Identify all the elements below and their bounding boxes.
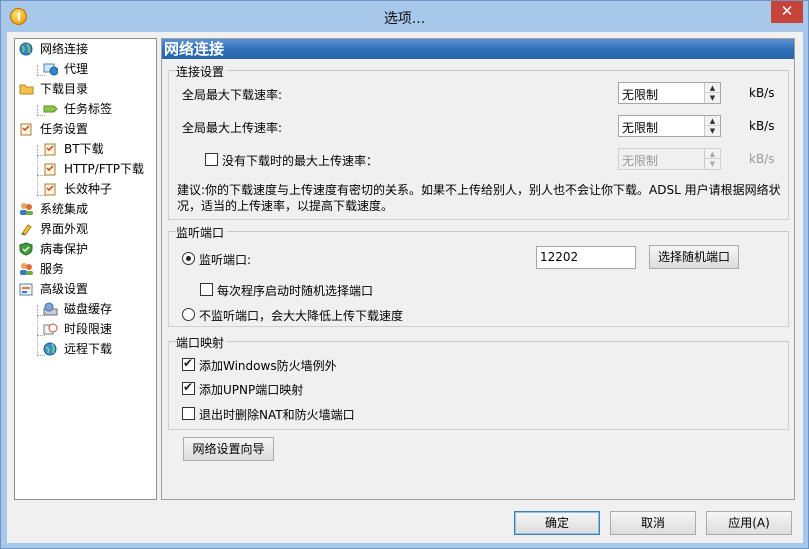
spin-down-arrow-icon[interactable]: ▼: [705, 93, 720, 103]
tree-item-label: 高级设置: [40, 282, 89, 296]
cancel-button[interactable]: 取消: [610, 511, 696, 535]
clipboard-icon: [43, 162, 58, 176]
clipboard-icon: [19, 122, 34, 136]
network-wizard-button[interactable]: 网络设置向导: [183, 437, 274, 461]
shield-icon: [19, 242, 34, 256]
dialog-client-area: 网络连接 代理 下载目录 任务标签 任务设置 BT下载 HTTP/FTP下载 长…: [7, 32, 803, 543]
globe-network-icon: [19, 42, 34, 56]
schedule-icon: [43, 322, 58, 336]
download-rate-value: 无限制: [622, 88, 659, 102]
tree-item-label: 时段限速: [64, 322, 113, 336]
no-download-upload-value: 无限制: [622, 154, 659, 168]
tree-item-label: 病毒保护: [40, 242, 89, 256]
no-download-upload-checkbox[interactable]: [205, 153, 218, 166]
spin-up-arrow-icon[interactable]: ▲: [705, 83, 720, 93]
network-settings-panel: 网络连接 连接设置 全局最大下载速率: 无限制 ▲ ▼ kB/s 全局最大上传速率…: [161, 38, 795, 500]
proxy-computer-icon: [43, 62, 59, 76]
close-button[interactable]: ✕: [771, 1, 803, 23]
upload-rate-spinner[interactable]: 无限制 ▲ ▼: [618, 115, 721, 137]
windows-firewall-checkbox[interactable]: [182, 356, 195, 371]
tree-item-disk-cache[interactable]: 磁盘缓存: [43, 299, 154, 319]
tree-item-label: 任务标签: [64, 102, 113, 116]
no-download-upload-spinner[interactable]: 无限制 ▲ ▼: [618, 148, 721, 170]
ok-button[interactable]: 确定: [514, 511, 600, 535]
tree-item-label: 网络连接: [40, 42, 89, 56]
tree-item-label: 远程下载: [64, 342, 113, 356]
tree-item-label: 界面外观: [40, 222, 89, 236]
paint-brush-icon: [19, 222, 34, 236]
apply-button[interactable]: 应用(A): [706, 511, 792, 535]
tree-item-download-dir[interactable]: 下载目录: [19, 79, 154, 99]
tree-item-proxy[interactable]: 代理: [43, 59, 154, 79]
download-rate-spinner[interactable]: 无限制 ▲ ▼: [618, 82, 721, 104]
tree-item-integration[interactable]: 系统集成: [19, 199, 154, 219]
tree-item-label: 任务设置: [40, 122, 89, 136]
options-window: 选项... ✕ 网络连接 代理 下载目录 任务标签 任务设置 BT下载 HTTP…: [0, 0, 809, 549]
listen-port-radio[interactable]: [182, 252, 195, 265]
port-input[interactable]: 12202: [536, 246, 636, 269]
tree-item-task-settings[interactable]: 任务设置: [19, 119, 154, 139]
download-rate-unit: kB/s: [749, 86, 775, 100]
tree-item-http-ftp[interactable]: HTTP/FTP下载: [43, 159, 154, 179]
spin-down-arrow-icon[interactable]: ▼: [705, 159, 720, 169]
speed-advice-text: 建议:你的下载速度与上传速度有密切的关系。如果不上传给别人，别人也不会让你下载。…: [177, 183, 781, 213]
remove-nat-on-exit-checkbox[interactable]: [182, 407, 195, 420]
random-port-on-start-label: 每次程序启动时随机选择端口: [217, 284, 374, 298]
connection-group-title: 连接设置: [176, 63, 228, 80]
folder-icon: [19, 82, 34, 96]
spin-up-arrow-icon[interactable]: ▲: [705, 116, 720, 126]
tree-item-long-seed[interactable]: 长效种子: [43, 179, 154, 199]
remove-nat-on-exit-label: 退出时删除NAT和防火墙端口: [199, 408, 355, 422]
upnp-mapping-label: 添加UPNP端口映射: [199, 383, 304, 397]
upload-rate-unit: kB/s: [749, 119, 775, 133]
no-download-upload-unit: kB/s: [749, 152, 775, 166]
upload-rate-label: 全局最大上传速率:: [182, 121, 283, 135]
window-title: 选项...: [383, 11, 426, 27]
no-listen-radio[interactable]: [182, 308, 195, 321]
remote-globe-icon: [43, 342, 58, 356]
tree-item-label: 下载目录: [40, 82, 89, 96]
tag-icon: [43, 102, 58, 116]
tree-item-advanced[interactable]: 高级设置: [19, 279, 154, 299]
random-port-button[interactable]: 选择随机端口: [649, 245, 739, 269]
no-download-upload-label: 没有下载时的最大上传速率：: [222, 154, 379, 168]
tree-item-label: BT下载: [64, 142, 104, 156]
listen-port-label: 监听端口:: [199, 253, 252, 267]
no-listen-label: 不监听端口，会大大降低上传下载速度: [199, 309, 404, 323]
tree-item-remote[interactable]: 远程下载: [43, 339, 154, 359]
title-bar[interactable]: 选项... ✕: [1, 1, 808, 33]
spin-down-arrow-icon[interactable]: ▼: [705, 126, 720, 136]
upload-rate-value: 无限制: [622, 121, 659, 135]
close-icon: ✕: [780, 2, 794, 20]
tree-item-task-tags[interactable]: 任务标签: [43, 99, 154, 119]
clipboard-icon: [43, 182, 58, 196]
tree-item-label: 长效种子: [64, 182, 113, 196]
tree-item-label: 磁盘缓存: [64, 302, 113, 316]
upnp-mapping-checkbox[interactable]: [182, 380, 195, 395]
tree-item-bt[interactable]: BT下载: [43, 139, 154, 159]
tree-item-label: 代理: [64, 62, 89, 76]
tree-item-label: HTTP/FTP下载: [64, 162, 145, 176]
listen-group-title: 监听端口: [176, 224, 228, 241]
tree-item-service[interactable]: 服务: [19, 259, 154, 279]
users-icon: [19, 202, 34, 216]
tree-item-label: 服务: [40, 262, 65, 276]
clipboard-icon: [43, 142, 58, 156]
settings-tree[interactable]: 网络连接 代理 下载目录 任务标签 任务设置 BT下载 HTTP/FTP下载 长…: [14, 38, 157, 500]
tree-item-virus[interactable]: 病毒保护: [19, 239, 154, 259]
mapping-group-title: 端口映射: [176, 334, 228, 351]
random-port-on-start-checkbox[interactable]: [200, 283, 213, 296]
panel-title: 网络连接: [162, 39, 794, 59]
disk-cache-icon: [43, 302, 58, 316]
settings-panel-icon: [19, 282, 34, 296]
tree-item-label: 系统集成: [40, 202, 89, 216]
spin-up-arrow-icon[interactable]: ▲: [705, 149, 720, 159]
users-icon: [19, 262, 34, 276]
tree-item-network[interactable]: 网络连接: [19, 39, 154, 59]
windows-firewall-label: 添加Windows防火墙例外: [199, 359, 337, 373]
tree-item-appearance[interactable]: 界面外观: [19, 219, 154, 239]
tree-item-schedule[interactable]: 时段限速: [43, 319, 154, 339]
download-rate-label: 全局最大下载速率:: [182, 88, 283, 102]
